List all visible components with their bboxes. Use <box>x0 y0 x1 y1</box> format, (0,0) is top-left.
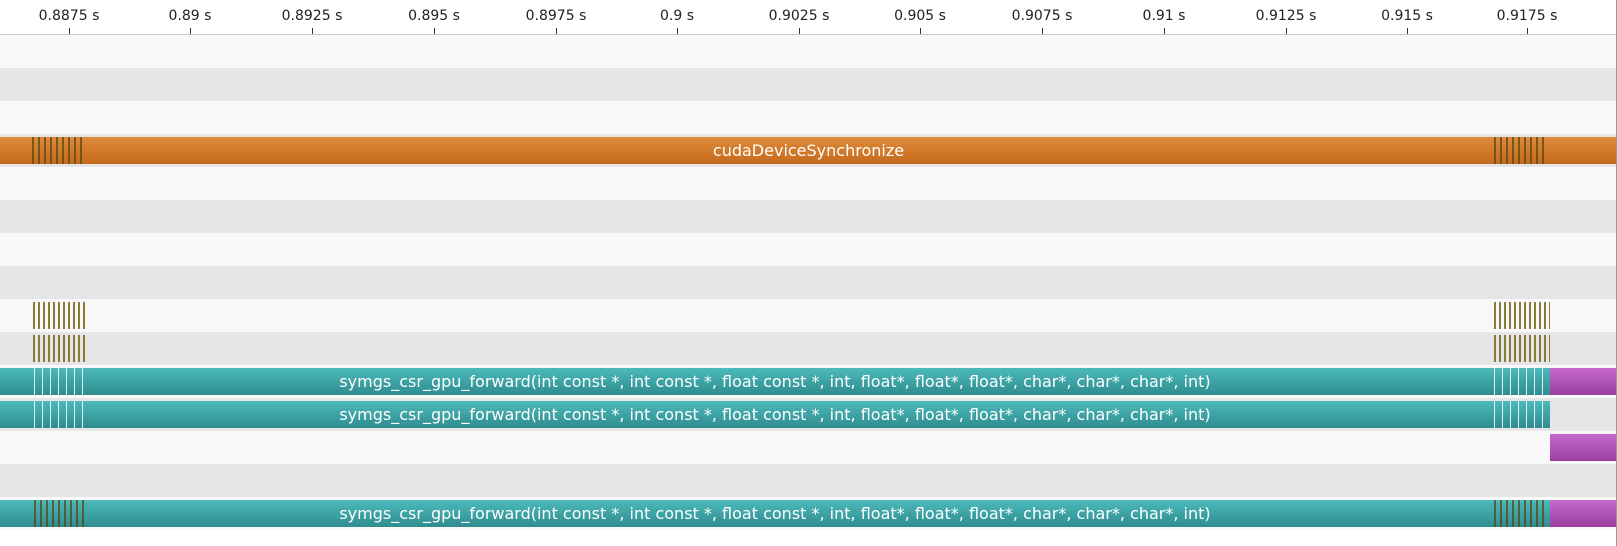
time-ruler[interactable]: 0.8875 s 0.89 s 0.8925 s 0.895 s 0.8975 … <box>0 0 1617 34</box>
tick-label: 0.8925 s <box>281 8 343 24</box>
timeline-row-memcpy <box>0 431 1617 464</box>
kernel-split-marks <box>1494 368 1548 395</box>
api-call-marks <box>32 137 84 164</box>
timeline-row-markers <box>0 332 1617 365</box>
kernel-bar[interactable]: symgs_csr_gpu_forward(int const *, int c… <box>0 500 1550 527</box>
kernel-bar[interactable]: symgs_csr_gpu_forward(int const *, int c… <box>0 368 1550 395</box>
tick-label: 0.9125 s <box>1255 8 1317 24</box>
timeline-row-runtime-api: cudaDeviceSynchronize <box>0 134 1617 167</box>
timeline-row <box>0 200 1617 233</box>
timeline-row <box>0 35 1617 68</box>
timeline-row-kernel: symgs_csr_gpu_forward(int const *, int c… <box>0 398 1617 431</box>
timeline-row <box>0 68 1617 101</box>
tick-label: 0.8875 s <box>38 8 100 24</box>
tick-label: 0.8975 s <box>525 8 587 24</box>
timeline-row <box>0 233 1617 266</box>
memcpy-bar[interactable] <box>1550 368 1617 395</box>
kernel-bar[interactable]: symgs_csr_gpu_forward(int const *, int c… <box>0 401 1550 428</box>
bar-label: symgs_csr_gpu_forward(int const *, int c… <box>339 405 1211 424</box>
timeline-row-kernel: symgs_csr_gpu_forward(int const *, int c… <box>0 497 1617 530</box>
timeline-row <box>0 167 1617 200</box>
tick-label: 0.9075 s <box>1011 8 1073 24</box>
bar-label: cudaDeviceSynchronize <box>712 141 905 160</box>
api-call-marks <box>1494 137 1548 164</box>
memcpy-bar[interactable] <box>1550 500 1617 527</box>
kernel-split-marks <box>34 401 84 428</box>
kernel-split-marks <box>34 500 84 527</box>
timeline-row <box>0 101 1617 134</box>
event-marks[interactable] <box>1494 335 1550 362</box>
timeline-row <box>0 464 1617 497</box>
memcpy-bar[interactable] <box>1550 434 1617 461</box>
tick-label: 0.895 s <box>408 8 460 24</box>
tick-label: 0.9025 s <box>768 8 830 24</box>
tick-label: 0.9 s <box>659 8 695 24</box>
event-marks[interactable] <box>1494 302 1550 329</box>
timeline-row-kernel: symgs_csr_gpu_forward(int const *, int c… <box>0 365 1617 398</box>
timeline-row <box>0 266 1617 299</box>
timeline-row-markers <box>0 299 1617 332</box>
tick-label: 0.905 s <box>894 8 946 24</box>
kernel-split-marks <box>34 368 84 395</box>
kernel-split-marks <box>1494 401 1548 428</box>
timeline-area[interactable]: cudaDeviceSynchronize symgs_csr_gpu_forw… <box>0 35 1617 539</box>
tick-label: 0.89 s <box>168 8 212 24</box>
bar-label: symgs_csr_gpu_forward(int const *, int c… <box>339 372 1211 391</box>
event-marks[interactable] <box>33 302 85 329</box>
event-marks[interactable] <box>33 335 85 362</box>
cuda-device-synchronize-bar[interactable]: cudaDeviceSynchronize <box>0 137 1617 164</box>
kernel-split-marks <box>1494 500 1548 527</box>
bar-label: symgs_csr_gpu_forward(int const *, int c… <box>339 504 1211 523</box>
tick-label: 0.915 s <box>1381 8 1433 24</box>
tick-label: 0.91 s <box>1142 8 1186 24</box>
tick-label: 0.9175 s <box>1496 8 1558 24</box>
